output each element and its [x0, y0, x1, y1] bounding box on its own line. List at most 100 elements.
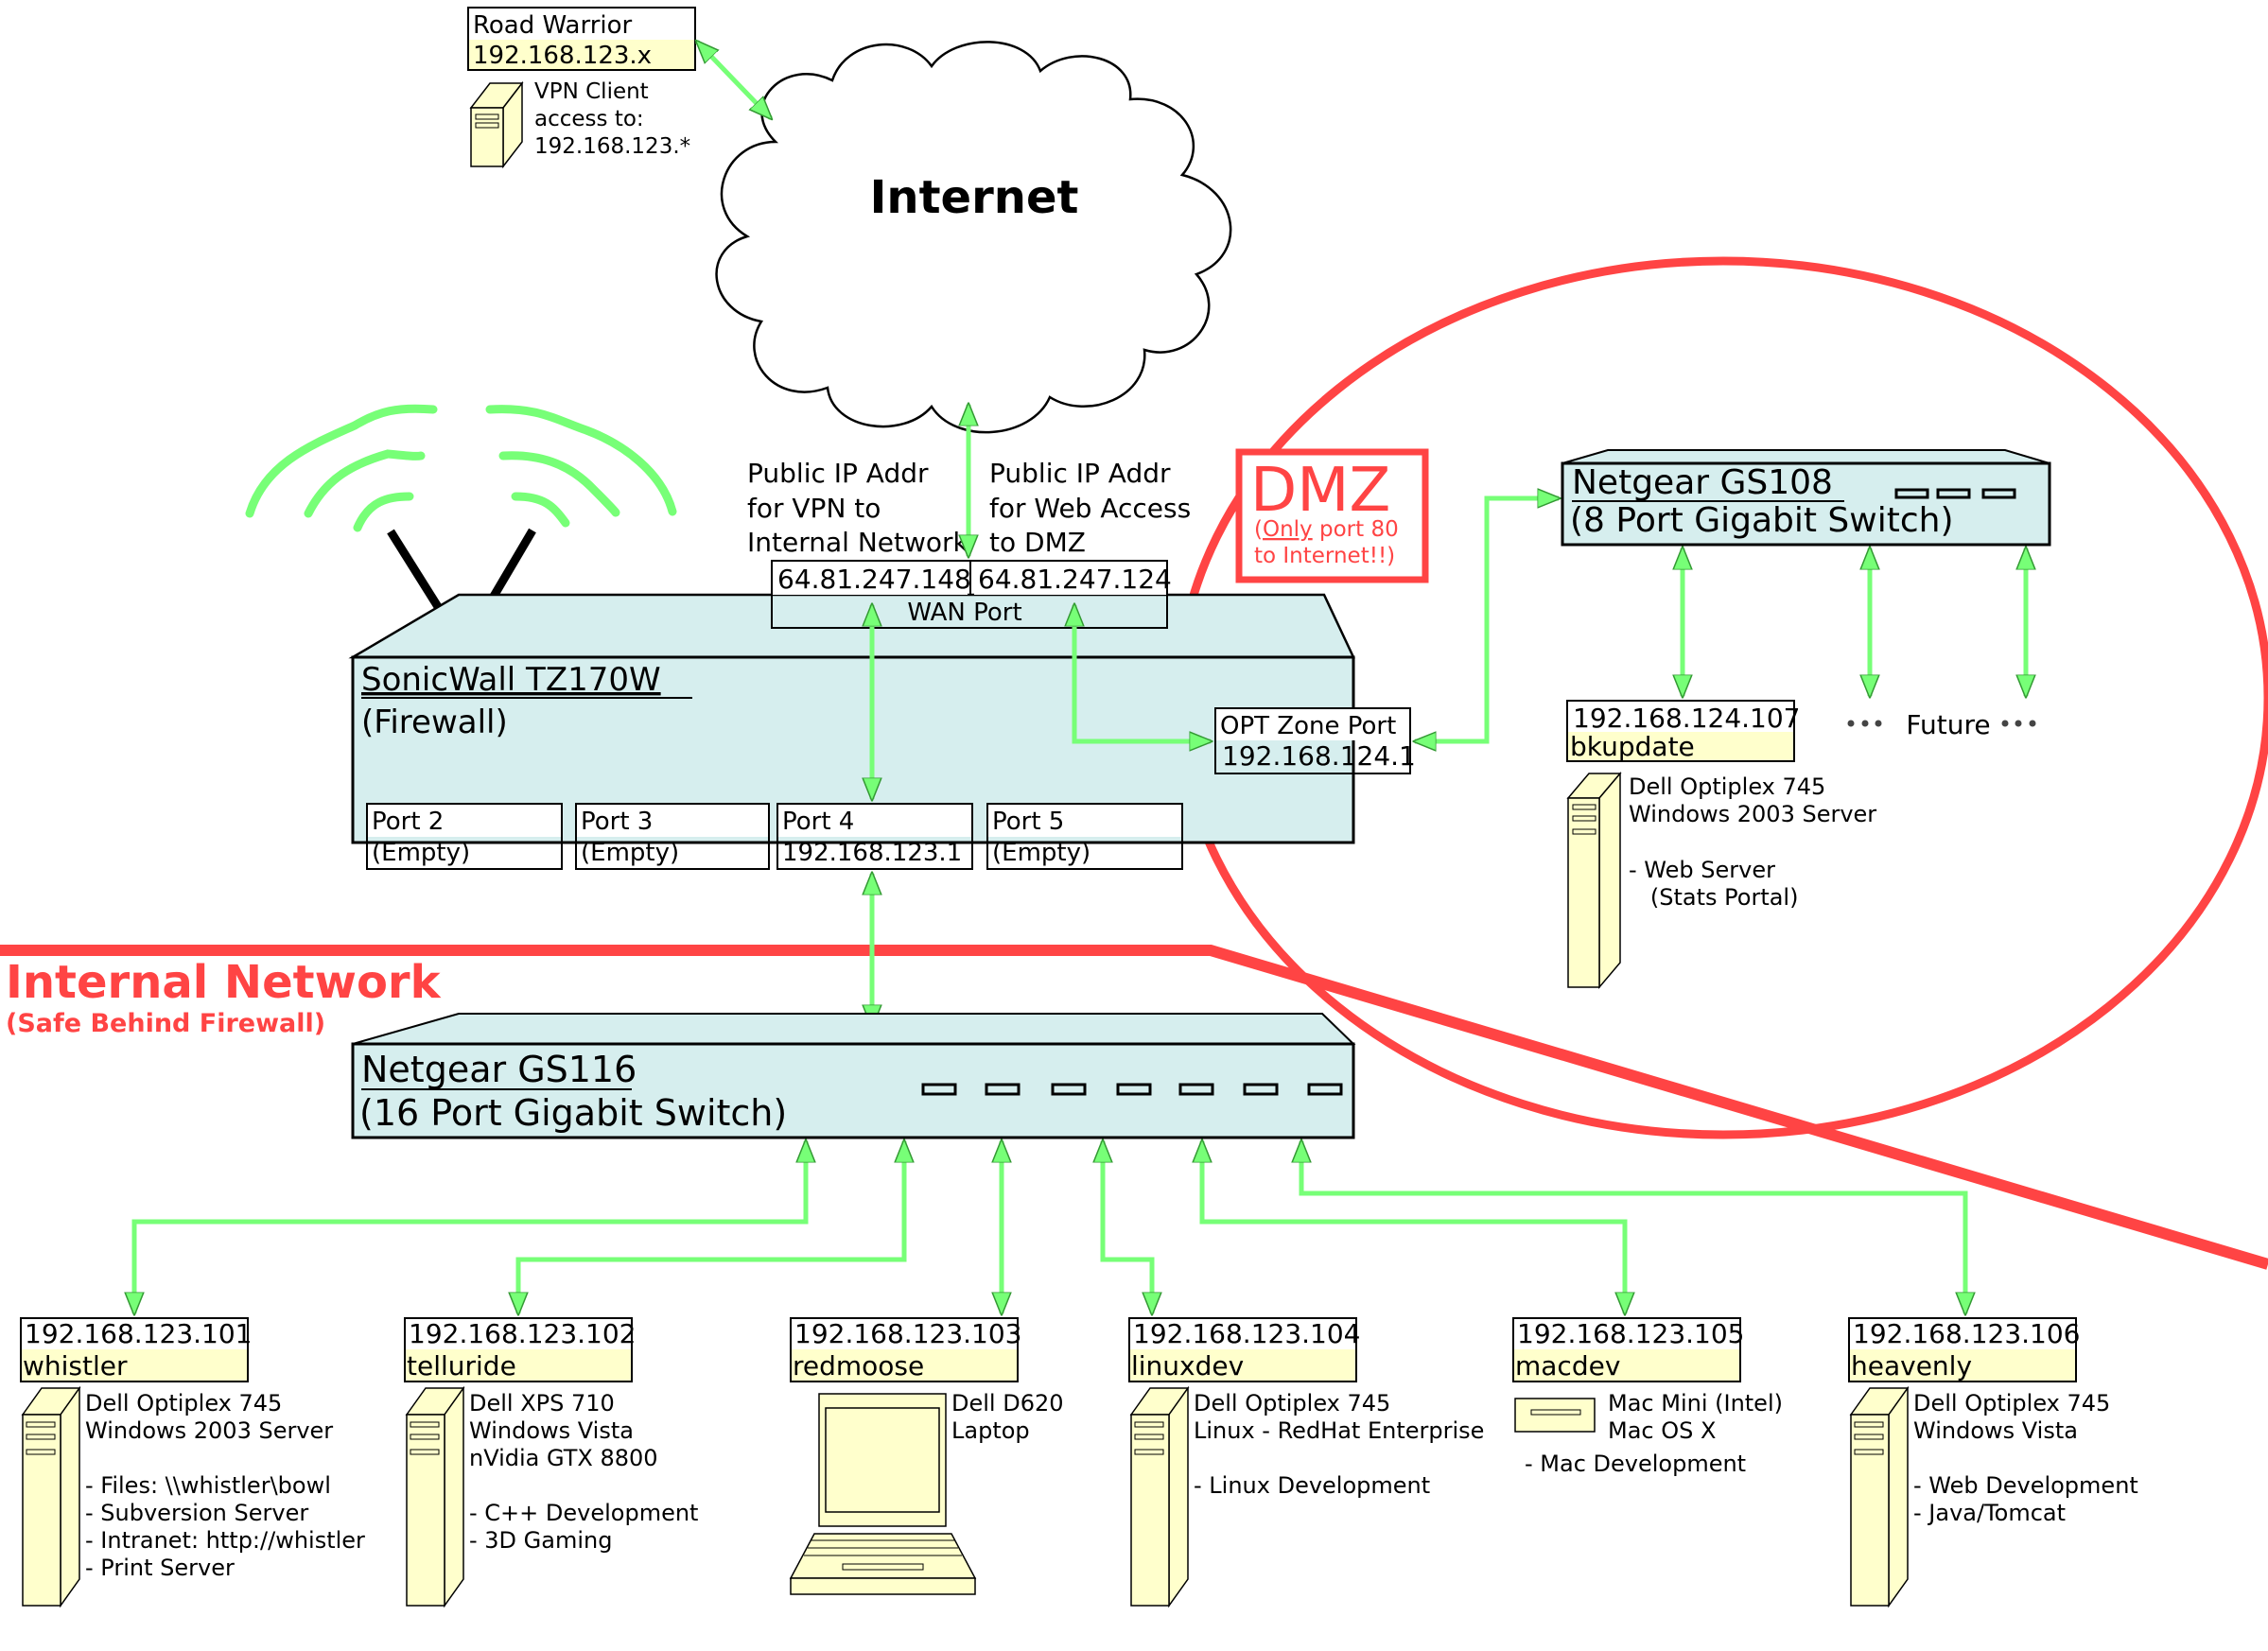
switch-gs116: Netgear GS116 (16 Port Gigabit Switch)	[351, 1013, 1356, 1139]
link-gs116-macdev	[1202, 1141, 1625, 1313]
host-desc-line: Dell D620	[951, 1390, 1064, 1416]
host-name: heavenly	[1851, 1350, 1972, 1382]
host-desc-line: Windows Vista	[1913, 1417, 2078, 1444]
firewall-port-4: Port 4 192.168.123.1	[776, 803, 973, 870]
host-ip: 192.168.123.105	[1517, 1318, 1744, 1349]
host-redmoose: 192.168.123.103redmoose Dell D620Laptop	[789, 1317, 1064, 1595]
internal-hosts: 192.168.123.101whistler Dell Optiplex 745…	[20, 1317, 2138, 1608]
link-gs116-heavenly	[1301, 1141, 1965, 1313]
internal-network-title: Internal Network	[6, 956, 442, 1009]
host-name: macdev	[1515, 1350, 1620, 1382]
host-bkupdate: 192.168.124.107 bkupdate Dell Optiplex 7…	[1566, 700, 1876, 990]
host-telluride: 192.168.123.102telluride Dell XPS 710Wind…	[404, 1317, 698, 1608]
opt-port-ip: 192.168.124.1	[1222, 740, 1416, 772]
internet-cloud: Internet	[715, 41, 1232, 434]
host-desc-line: - Intranet: http://whistler	[85, 1527, 365, 1554]
host-name: telluride	[407, 1350, 516, 1382]
host-name: whistler	[23, 1350, 128, 1382]
host-desc-line: - Files: \\whistler\bowl	[85, 1472, 331, 1499]
firewall-port-5: Port 5 (Empty)	[986, 803, 1183, 870]
server-tower-icon	[21, 1385, 81, 1608]
host-name: redmoose	[793, 1350, 924, 1382]
road-warrior-ip: 192.168.123.x	[473, 42, 652, 70]
host-desc-line: Dell Optiplex 745	[1629, 773, 1825, 800]
cloud-icon	[715, 41, 1232, 434]
link-gs116-linuxdev	[1103, 1141, 1152, 1313]
host-desc-line: - 3D Gaming	[469, 1527, 612, 1554]
port-name: Port 4	[782, 808, 854, 836]
road-warrior-name: Road Warrior	[473, 11, 633, 40]
vpn-note-line: for VPN to	[747, 493, 881, 524]
host-ip: 192.168.123.104	[1133, 1318, 1360, 1349]
gs108-name: Netgear GS108	[1572, 463, 1833, 502]
host-desc-line: - Web Server	[1629, 857, 1775, 883]
future-label: Future	[1906, 709, 1990, 740]
vpn-note-line: Internal Network	[747, 527, 969, 558]
server-tower-icon	[1129, 1385, 1190, 1608]
host-desc-line: Dell Optiplex 745	[85, 1390, 282, 1416]
server-tower-icon	[469, 80, 524, 169]
dmz-note-line: to DMZ	[989, 527, 1086, 558]
dmz-note-prefix: (	[1254, 517, 1263, 542]
dmz-note-line: for Web Access	[989, 493, 1191, 524]
dmz-note-line-1: (Only port 80	[1254, 517, 1399, 542]
network-diagram: Internet Road Warrior 192.168.123.x VPN …	[0, 7, 2268, 1608]
port-name: Port 5	[992, 808, 1064, 836]
host-desc-line: Windows 2003 Server	[85, 1417, 333, 1444]
host-desc-line: - Java/Tomcat	[1913, 1500, 2066, 1526]
gs108-desc: (8 Port Gigabit Switch)	[1570, 501, 1954, 540]
wan-ip-vpn: 64.81.247.148	[777, 564, 971, 595]
port-name: Port 3	[581, 808, 653, 836]
port-value: (Empty)	[992, 839, 1090, 867]
host-desc-line: Dell Optiplex 745	[1913, 1390, 2110, 1416]
dmz-note-rest: port 80	[1313, 517, 1399, 542]
future-placeholder: Future	[1847, 709, 2036, 740]
host-desc-line: (Stats Portal)	[1629, 884, 1798, 911]
opt-zone-port: OPT Zone Port 192.168.124.1	[1214, 707, 1416, 774]
host-whistler: 192.168.123.101whistler Dell Optiplex 745…	[20, 1317, 365, 1608]
server-tower-icon	[1566, 771, 1622, 990]
switch-gs108: Netgear GS108 (8 Port Gigabit Switch)	[1561, 449, 2051, 547]
dmz-note-line-2: to Internet!!)	[1254, 544, 1395, 568]
server-tower-icon	[405, 1385, 465, 1608]
road-warrior-desc-1: VPN Client	[534, 79, 649, 104]
internet-label: Internet	[870, 171, 1079, 224]
host-desc-line: Mac OS X	[1608, 1417, 1716, 1444]
host-desc-line: Dell XPS 710	[469, 1390, 615, 1416]
port-value: (Empty)	[581, 839, 679, 867]
link-opt-gs108	[1415, 498, 1559, 741]
dmz-label-box: DMZ (Only port 80 to Internet!!)	[1235, 448, 1429, 583]
road-warrior-desc-3: 192.168.123.*	[534, 134, 690, 159]
firewall-device: SonicWall TZ170W (Firewall) 64.81.247.14…	[348, 560, 1416, 870]
port-value: 192.168.123.1	[782, 839, 962, 867]
host-ip: 192.168.123.106	[1853, 1318, 2080, 1349]
road-warrior: Road Warrior 192.168.123.x VPN Client ac…	[467, 7, 696, 169]
host-ip: 192.168.123.103	[794, 1318, 1021, 1349]
opt-port-name: OPT Zone Port	[1220, 712, 1396, 740]
port-name: Port 2	[372, 808, 444, 836]
firewall-role: (Firewall)	[361, 704, 508, 741]
host-desc-line: - Subversion Server	[85, 1500, 308, 1526]
mac-mini-icon	[1514, 1398, 1596, 1433]
port-value: (Empty)	[372, 839, 470, 867]
host-desc-line: Laptop	[951, 1417, 1030, 1444]
host-desc-line: - Mac Development	[1525, 1451, 1746, 1477]
host-name: bkupdate	[1570, 731, 1695, 762]
host-desc-line: - Linux Development	[1194, 1472, 1430, 1499]
host-heavenly: 192.168.123.106heavenly Dell Optiplex 745…	[1848, 1317, 2138, 1608]
host-macdev: 192.168.123.105macdev Mac Mini (Intel)Mac…	[1512, 1317, 1783, 1477]
link-gs116-telluride	[518, 1141, 904, 1313]
wan-ip-dmz: 64.81.247.124	[978, 564, 1172, 595]
host-name: linuxdev	[1131, 1350, 1244, 1382]
gs116-desc: (16 Port Gigabit Switch)	[359, 1092, 787, 1134]
host-desc-line: Windows 2003 Server	[1629, 801, 1876, 827]
laptop-icon	[789, 1393, 977, 1595]
vpn-note-line: Public IP Addr	[747, 458, 929, 489]
host-ip: 192.168.123.102	[409, 1318, 636, 1349]
host-desc-line: - C++ Development	[469, 1500, 698, 1526]
host-desc-line: Dell Optiplex 745	[1194, 1390, 1390, 1416]
gs116-name: Netgear GS116	[361, 1049, 637, 1090]
link-road-warrior-internet	[697, 42, 771, 118]
internal-network-subtitle: (Safe Behind Firewall)	[6, 1009, 325, 1038]
link-gs116-whistler	[134, 1141, 806, 1313]
